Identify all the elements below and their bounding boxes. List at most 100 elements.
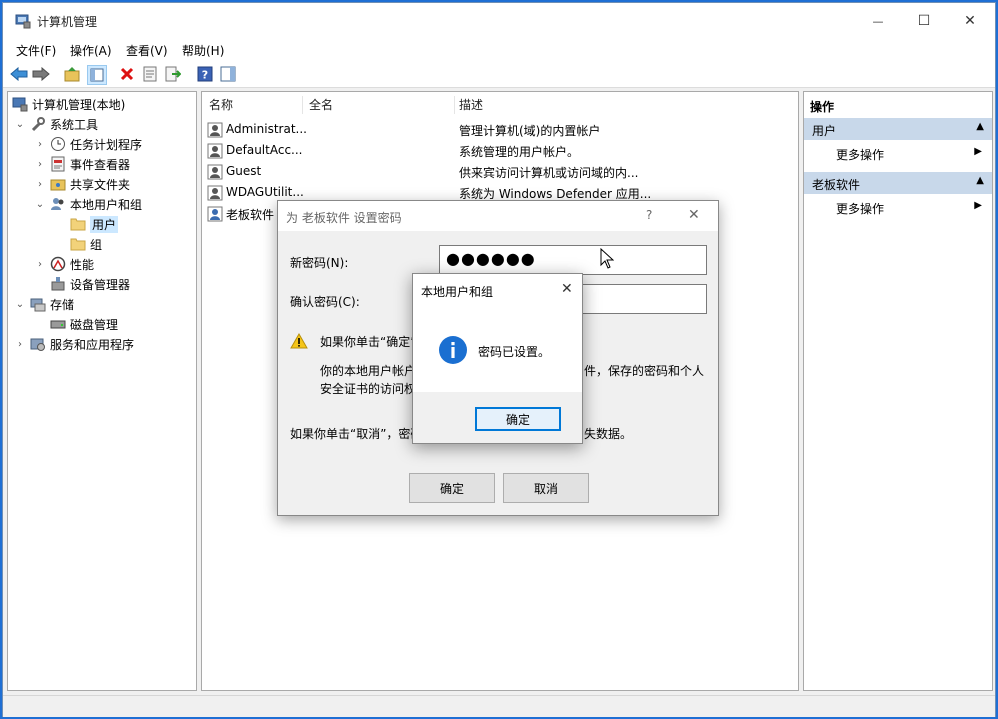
new-password-field[interactable]: ●●●●●● <box>439 245 707 275</box>
chevron-down-icon[interactable]: ⌄ <box>34 199 46 210</box>
minimize-button[interactable]: — <box>855 3 901 39</box>
user-name: Administrat... <box>226 122 307 136</box>
storage-icon <box>30 296 46 312</box>
more-actions-users[interactable]: 更多操作 ▶ <box>804 142 992 164</box>
menu-action[interactable]: 操作(A) <box>70 42 112 59</box>
users-icon <box>50 196 66 212</box>
show-hide-tree-icon[interactable] <box>87 65 107 85</box>
tree-item-performance[interactable]: › 性能 <box>34 254 94 274</box>
column-header-fullname[interactable]: 全名 <box>309 96 333 116</box>
computer-management-icon <box>12 96 28 112</box>
info-text-line2: 安全证书的访问权 <box>320 382 417 396</box>
confirm-password-label: 确认密码(C): <box>290 295 360 309</box>
column-separator <box>302 96 303 114</box>
more-actions-selected-user[interactable]: 更多操作 ▶ <box>804 196 992 218</box>
close-button[interactable]: ✕ <box>947 3 993 39</box>
message-dialog-title: 本地用户和组 <box>421 285 494 299</box>
action-pane-toggle-icon[interactable] <box>219 65 237 83</box>
tree-item-device-manager[interactable]: 设备管理器 <box>34 274 130 294</box>
svg-text:?: ? <box>202 69 208 82</box>
export-list-icon[interactable] <box>164 65 182 83</box>
menu-file[interactable]: 文件(F) <box>16 42 56 59</box>
tree-item-storage[interactable]: ⌄ 存储 <box>14 294 74 314</box>
tree-item-system-tools[interactable]: ⌄ 系统工具 <box>14 114 98 134</box>
set-password-cancel-button[interactable]: 取消 <box>503 473 589 503</box>
help-button[interactable]: ? <box>646 208 652 222</box>
user-icon <box>207 122 223 141</box>
chevron-right-icon[interactable]: › <box>34 179 46 190</box>
action-section-users[interactable]: 用户 ▲ <box>804 118 992 140</box>
user-icon <box>207 185 223 204</box>
warning-icon <box>290 332 308 352</box>
new-password-label: 新密码(N): <box>290 256 349 270</box>
user-name: Guest <box>226 164 262 178</box>
column-header-name[interactable]: 名称 <box>209 96 233 116</box>
table-row[interactable]: Guest 供来宾访问计算机或访问域的内... <box>206 162 796 182</box>
tree-item-services-apps[interactable]: › 服务和应用程序 <box>14 334 134 354</box>
menu-help[interactable]: 帮助(H) <box>182 42 224 59</box>
user-icon <box>207 143 223 162</box>
console-tree: 计算机管理(本地) ⌄ 系统工具 › 任务计划程序 › 事件查看器 › 共享文件… <box>7 91 197 691</box>
column-header-description[interactable]: 描述 <box>459 96 483 116</box>
info-text-line1-left: 你的本地用户帐户 <box>320 364 417 378</box>
help-icon[interactable]: ? <box>196 65 214 83</box>
title-bar: 计算机管理 — ☐ ✕ <box>3 3 995 39</box>
set-password-ok-button[interactable]: 确定 <box>409 473 495 503</box>
collapse-up-icon[interactable]: ▲ <box>976 121 984 132</box>
chevron-down-icon[interactable]: ⌄ <box>14 299 26 310</box>
set-password-title: 为 老板软件 设置密码 <box>286 211 402 225</box>
chevron-down-icon[interactable]: ⌄ <box>14 119 26 130</box>
chevron-right-icon[interactable]: › <box>34 159 46 170</box>
menu-bar: 文件(F) 操作(A) 查看(V) 帮助(H) <box>3 39 995 61</box>
window-title: 计算机管理 <box>37 15 98 29</box>
more-actions-label: 更多操作 <box>836 148 885 162</box>
table-row[interactable]: DefaultAcc... 系统管理的用户帐户。 <box>206 141 796 161</box>
chevron-right-icon[interactable]: › <box>14 339 26 350</box>
tree-item-groups[interactable]: 组 <box>54 234 102 254</box>
collapse-up-icon[interactable]: ▲ <box>976 175 984 186</box>
tree-item-event-viewer[interactable]: › 事件查看器 <box>34 154 130 174</box>
info-icon <box>438 335 468 368</box>
user-icon <box>207 164 223 183</box>
user-name: WDAGUtilit... <box>226 185 304 199</box>
up-folder-icon[interactable] <box>63 65 81 83</box>
maximize-icon: ☐ <box>917 13 931 29</box>
tree-item-shared-folders[interactable]: › 共享文件夹 <box>34 174 130 194</box>
action-section-label: 老板软件 <box>812 178 861 192</box>
disk-icon <box>50 316 66 332</box>
event-viewer-icon <box>50 156 66 172</box>
action-section-label: 用户 <box>812 124 837 138</box>
message-ok-button[interactable]: 确定 <box>475 407 561 431</box>
services-icon <box>30 336 46 352</box>
back-arrow-icon[interactable] <box>10 65 28 83</box>
message-dialog-close-button[interactable]: ✕ <box>561 281 573 297</box>
set-password-title-bar: 为 老板软件 设置密码 ? ✕ <box>278 201 718 231</box>
performance-icon <box>50 256 66 272</box>
maximize-button[interactable]: ☐ <box>901 3 947 39</box>
clock-icon <box>50 136 66 152</box>
tree-item-users[interactable]: 用户 <box>54 214 119 234</box>
delete-icon[interactable] <box>118 65 136 83</box>
arrow-right-icon: ▶ <box>974 200 982 211</box>
tree-item-task-scheduler[interactable]: › 任务计划程序 <box>34 134 142 154</box>
minimize-icon: — <box>872 14 884 28</box>
user-description: 系统管理的用户帐户。 <box>459 145 580 159</box>
actions-header-label: 操作 <box>810 100 835 114</box>
forward-arrow-icon[interactable] <box>32 65 50 83</box>
table-row[interactable]: Administrat... 管理计算机(域)的内置帐户 <box>206 120 796 140</box>
chevron-right-icon[interactable]: › <box>34 139 46 150</box>
tree-item-local-users-groups[interactable]: ⌄ 本地用户和组 <box>34 194 142 214</box>
toolbar: ? <box>3 61 995 88</box>
message-text: 密码已设置。 <box>478 345 551 359</box>
warning-text: 如果你单击“确定” <box>320 335 417 349</box>
user-name: 老板软件 <box>226 208 275 222</box>
folder-icon <box>70 216 86 232</box>
mouse-cursor-icon <box>600 247 615 273</box>
chevron-right-icon[interactable]: › <box>34 259 46 270</box>
properties-icon[interactable] <box>141 65 159 83</box>
menu-view[interactable]: 查看(V) <box>126 42 168 59</box>
tree-item-disk-management[interactable]: 磁盘管理 <box>34 314 118 334</box>
dialog-close-button[interactable]: ✕ <box>688 207 700 223</box>
action-section-selected-user[interactable]: 老板软件 ▲ <box>804 172 992 194</box>
tree-item-root[interactable]: 计算机管理(本地) <box>12 94 125 114</box>
